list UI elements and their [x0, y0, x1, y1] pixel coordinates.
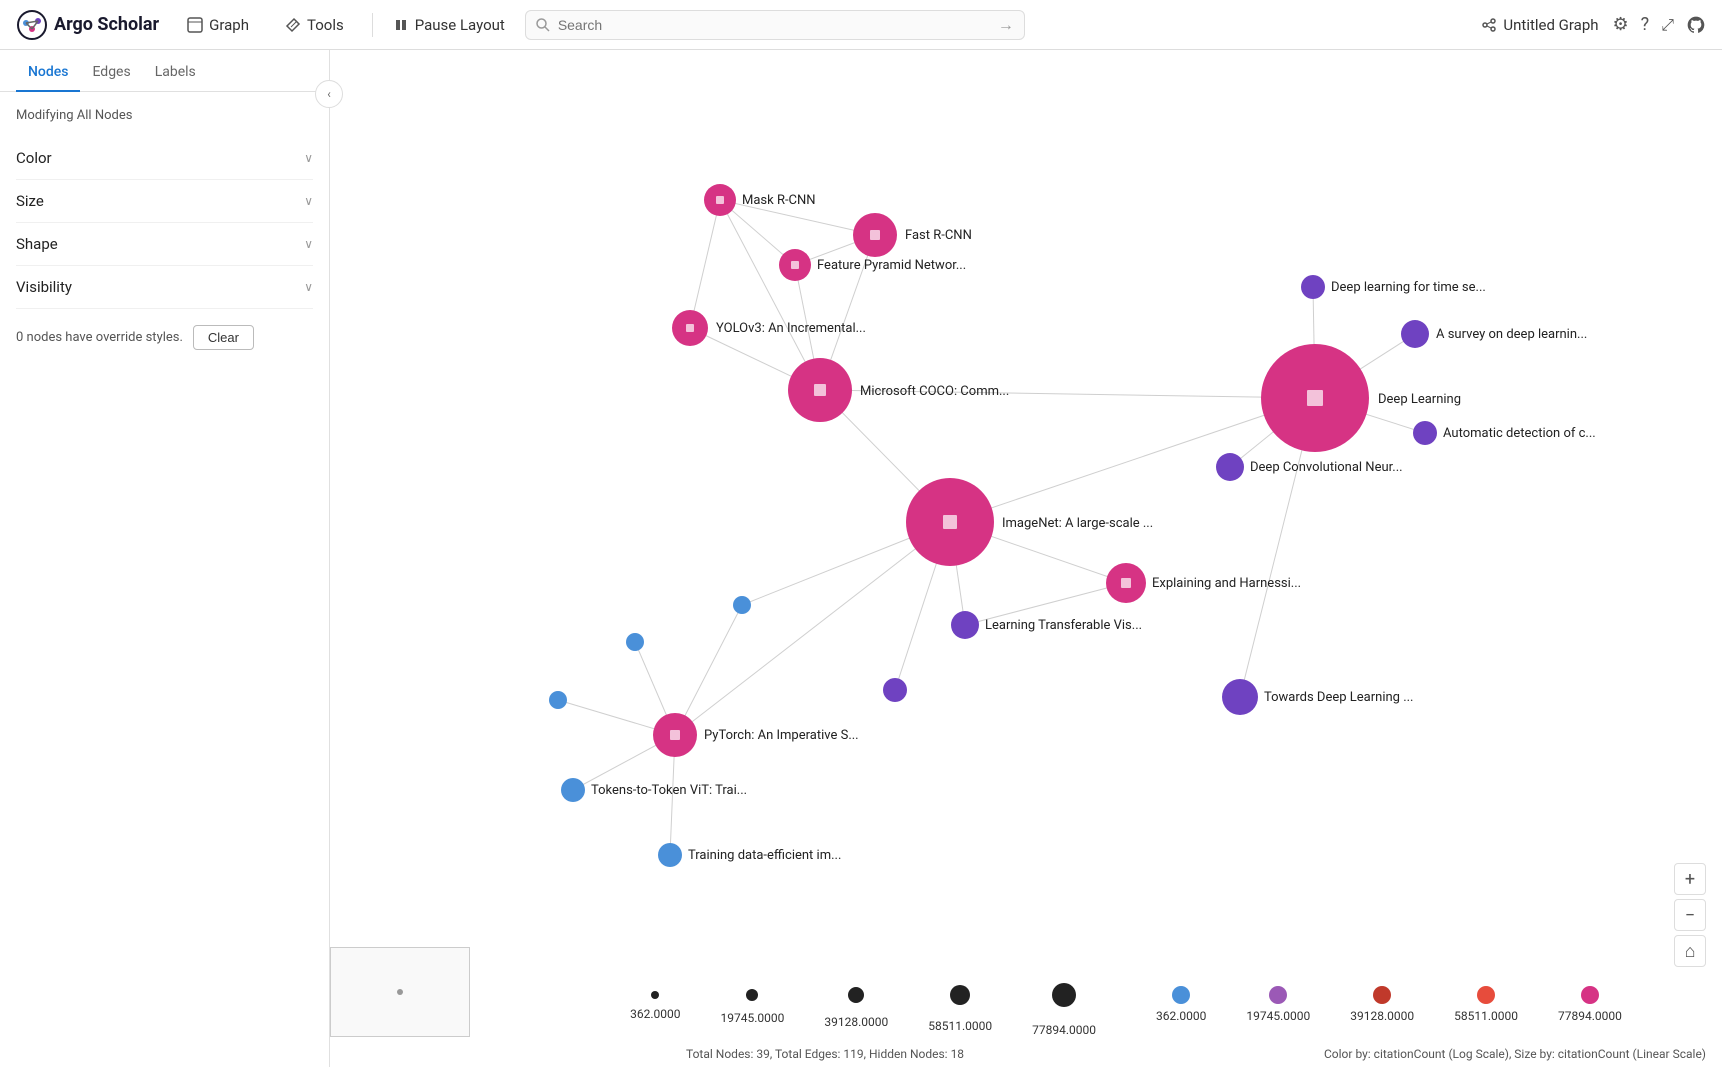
visibility-chevron: ∨ — [304, 280, 313, 294]
label-towards: Towards Deep Learning ... — [1264, 690, 1413, 705]
node-survey[interactable] — [1401, 320, 1429, 348]
label-tokens-vit: Tokens-to-Token ViT: Trai... — [591, 783, 747, 798]
zoom-controls: + − ⌂ — [1674, 863, 1706, 967]
label-deep-time: Deep learning for time se... — [1331, 280, 1486, 295]
nav-tools[interactable]: Tools — [277, 12, 352, 38]
label-fpn: Feature Pyramid Networ... — [817, 258, 966, 273]
override-row: 0 nodes have override styles. Clear — [16, 325, 313, 350]
node-mask-rcnn[interactable] — [704, 184, 736, 216]
shape-chevron: ∨ — [304, 237, 313, 251]
graph-title: Untitled Graph — [1503, 16, 1598, 34]
header: Argo Scholar Graph Tools Pause Layout → — [0, 0, 1722, 50]
search-bar[interactable]: → — [525, 10, 1025, 40]
section-title: Modifying All Nodes — [16, 108, 313, 123]
zoom-reset-btn[interactable]: ⌂ — [1674, 935, 1706, 967]
logo[interactable]: Argo Scholar — [16, 9, 159, 41]
node-learning-transfer[interactable] — [951, 611, 979, 639]
size-chevron: ∨ — [304, 194, 313, 208]
label-auto-detect: Automatic detection of c... — [1443, 426, 1596, 441]
size-label: Size — [16, 192, 44, 210]
graph-title-icon — [1481, 17, 1497, 33]
search-input[interactable] — [558, 17, 990, 33]
settings-icon[interactable]: ⚙ — [1613, 14, 1629, 35]
label-pytorch: PyTorch: An Imperative S... — [704, 728, 859, 743]
help-icon[interactable]: ? — [1641, 14, 1650, 35]
label-learning-transfer: Learning Transferable Vis... — [985, 618, 1142, 633]
tab-labels[interactable]: Labels — [143, 50, 208, 92]
label-mask-rcnn: Mask R-CNN — [742, 193, 816, 208]
cursor — [1044, 459, 1056, 471]
pause-icon — [393, 17, 409, 33]
node-fpn[interactable] — [779, 249, 811, 281]
minimap-position-dot — [397, 989, 403, 995]
pause-layout-btn[interactable]: Pause Layout — [393, 16, 505, 34]
visibility-label: Visibility — [16, 278, 72, 296]
github-icon[interactable] — [1686, 15, 1706, 35]
shape-label: Shape — [16, 235, 58, 253]
label-coco: Microsoft COCO: Comm... — [860, 384, 1009, 399]
color-chevron: ∨ — [304, 151, 313, 165]
minimap — [330, 947, 470, 1037]
label-deep-learning: Deep Learning — [1378, 392, 1461, 407]
label-explaining: Explaining and Harnessi... — [1152, 576, 1301, 591]
shape-property-row[interactable]: Shape ∨ — [16, 223, 313, 266]
logo-text: Argo Scholar — [54, 14, 159, 35]
node-pytorch[interactable] — [653, 713, 697, 757]
graph-title-area: Untitled Graph — [1481, 16, 1598, 34]
node-explaining[interactable] — [1106, 563, 1146, 603]
nodes-layer[interactable]: Mask R-CNN Fast R-CNN Feature Pyramid Ne… — [549, 184, 1596, 867]
zoom-out-btn[interactable]: − — [1674, 899, 1706, 931]
logo-icon — [16, 9, 48, 41]
node-tokens-vit[interactable] — [561, 778, 585, 802]
node-sm3[interactable] — [549, 691, 567, 709]
sidebar-tabs: Nodes Edges Labels — [0, 50, 329, 92]
sidebar: ‹ Nodes Edges Labels Modifying All Nodes… — [0, 50, 330, 1067]
graph-svg: Mask R-CNN Fast R-CNN Feature Pyramid Ne… — [330, 50, 1722, 1067]
main-area: ‹ Nodes Edges Labels Modifying All Nodes… — [0, 50, 1722, 1067]
tab-nodes[interactable]: Nodes — [16, 50, 80, 92]
graph-nav-icon — [187, 17, 203, 33]
node-sm1[interactable] — [733, 596, 751, 614]
node-sm4[interactable] — [883, 678, 907, 702]
clear-button[interactable]: Clear — [193, 325, 254, 350]
node-imagenet[interactable] — [906, 478, 994, 566]
header-right: Untitled Graph ⚙ ? ⤢ — [1481, 14, 1706, 35]
tools-icon — [285, 17, 301, 33]
tab-edges[interactable]: Edges — [80, 50, 142, 92]
label-fast-rcnn: Fast R-CNN — [905, 228, 972, 243]
sidebar-content: Modifying All Nodes Color ∨ Size ∨ Shape… — [0, 92, 329, 1067]
node-deep-learning[interactable] — [1261, 344, 1369, 452]
label-survey: A survey on deep learnin... — [1436, 327, 1587, 342]
sidebar-collapse-btn[interactable]: ‹ — [315, 80, 343, 108]
node-deep-conv[interactable] — [1216, 453, 1244, 481]
override-text: 0 nodes have override styles. — [16, 330, 183, 345]
label-deep-conv: Deep Convolutional Neur... — [1250, 460, 1403, 475]
nav-graph[interactable]: Graph — [179, 12, 257, 38]
node-towards[interactable] — [1222, 679, 1258, 715]
header-icons: ⚙ ? ⤢ — [1613, 14, 1706, 35]
node-auto-detect[interactable] — [1413, 421, 1437, 445]
size-property-row[interactable]: Size ∨ — [16, 180, 313, 223]
visibility-property-row[interactable]: Visibility ∨ — [16, 266, 313, 309]
node-training-data[interactable] — [658, 843, 682, 867]
node-yolo[interactable] — [672, 310, 708, 346]
label-training-data: Training data-efficient im... — [688, 848, 841, 863]
label-imagenet: ImageNet: A large-scale ... — [1002, 516, 1153, 531]
expand-icon[interactable]: ⤢ — [1661, 15, 1674, 35]
color-property-row[interactable]: Color ∨ — [16, 137, 313, 180]
nav-separator — [372, 13, 373, 37]
zoom-in-btn[interactable]: + — [1674, 863, 1706, 895]
node-sm2[interactable] — [626, 633, 644, 651]
graph-canvas[interactable]: Mask R-CNN Fast R-CNN Feature Pyramid Ne… — [330, 50, 1722, 1067]
node-deep-time[interactable] — [1301, 275, 1325, 299]
color-label: Color — [16, 149, 52, 167]
search-arrow: → — [998, 15, 1014, 35]
node-fast-rcnn[interactable] — [853, 213, 897, 257]
label-yolo: YOLOv3: An Incremental... — [716, 321, 866, 336]
search-icon — [536, 18, 550, 32]
node-coco[interactable] — [788, 358, 852, 422]
